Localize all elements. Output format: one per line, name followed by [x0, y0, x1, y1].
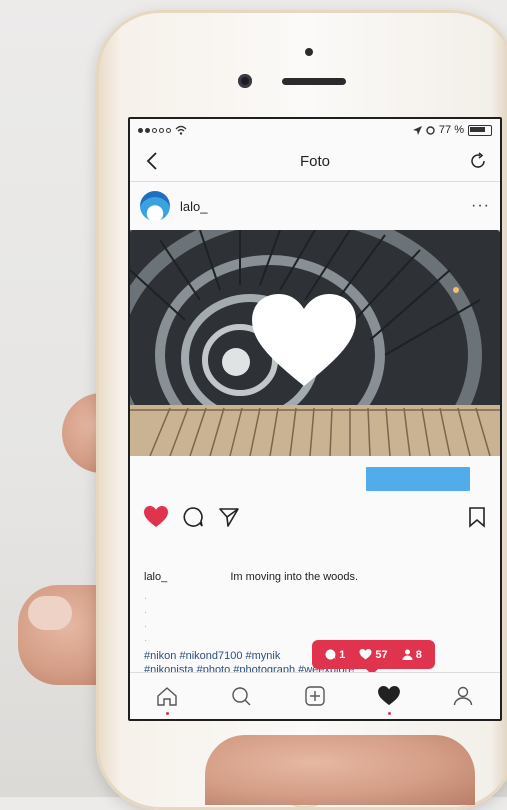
like-count: 57 — [375, 648, 388, 661]
refresh-button[interactable] — [468, 151, 488, 171]
share-icon[interactable] — [218, 506, 240, 528]
front-camera — [238, 74, 252, 88]
add-icon — [305, 686, 325, 706]
tab-search[interactable] — [226, 681, 256, 711]
more-options-button[interactable]: ··· — [471, 197, 490, 215]
dot-line: . — [144, 604, 148, 616]
earpiece-speaker — [282, 78, 346, 85]
tab-indicator-dot — [387, 712, 391, 715]
follower-count-icon — [402, 649, 413, 660]
comment-icon[interactable] — [182, 506, 204, 528]
activity-notification-bubble[interactable]: 1 57 8 — [312, 640, 435, 675]
home-icon — [157, 687, 177, 706]
follower-count: 8 — [415, 648, 422, 661]
like-overlay-heart-icon — [252, 294, 356, 386]
avatar[interactable] — [140, 191, 170, 221]
refresh-icon — [471, 152, 485, 168]
nav-bar: Foto — [130, 141, 500, 182]
like-count-icon — [359, 649, 372, 660]
search-icon — [232, 687, 251, 706]
blue-highlight-bar — [366, 467, 470, 491]
tab-bar — [130, 672, 500, 719]
proximity-sensor — [305, 48, 313, 56]
dot-line: . — [144, 618, 148, 630]
battery-percentage: 77 % — [438, 124, 464, 136]
status-bar: 77 % — [130, 119, 500, 141]
tab-home[interactable] — [152, 681, 182, 715]
tab-add[interactable] — [300, 681, 330, 711]
hand-thumb-bottom — [205, 735, 475, 805]
phone-screen: 77 % Foto lalo_ ··· lalo_ Im moving into… — [128, 117, 502, 721]
location-icon — [412, 125, 422, 135]
post-actions — [130, 497, 500, 537]
dot-line: . — [144, 632, 148, 644]
caption-text: Im moving into the woods. — [230, 571, 359, 583]
tab-activity[interactable] — [374, 681, 404, 715]
post-username[interactable]: lalo_ — [180, 199, 461, 214]
comment-count-icon — [325, 649, 336, 660]
signal-icon — [138, 127, 171, 133]
battery-icon — [468, 124, 492, 136]
back-button[interactable] — [142, 151, 162, 171]
fingernail — [28, 596, 72, 630]
bookmark-icon[interactable] — [468, 506, 486, 528]
page-title: Foto — [299, 152, 330, 170]
caption-username[interactable]: lalo_ — [144, 571, 167, 583]
tab-indicator-dot — [165, 712, 169, 715]
dot-line: . — [144, 590, 148, 602]
post-header: lalo_ ··· — [130, 182, 500, 230]
back-icon — [146, 152, 157, 170]
alarm-icon — [426, 125, 435, 135]
post-caption: lalo_ Im moving into the woods. — [144, 571, 484, 583]
heart-icon[interactable] — [144, 506, 168, 528]
tab-profile[interactable] — [448, 681, 478, 711]
wifi-icon — [175, 125, 187, 135]
post-photo[interactable] — [130, 230, 500, 456]
activity-icon — [378, 686, 400, 706]
comment-count: 1 — [339, 648, 346, 661]
caption-dots: . . . . — [144, 589, 147, 645]
profile-icon — [453, 686, 473, 706]
